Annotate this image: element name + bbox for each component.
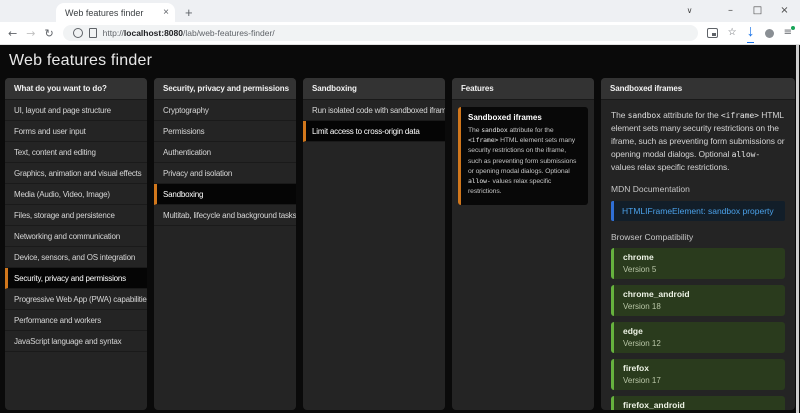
- subcategory-item[interactable]: Permissions: [154, 121, 296, 142]
- column-tasks: Sandboxing Run isolated code with sandbo…: [303, 78, 445, 410]
- compat-card: edge Version 12: [611, 322, 785, 354]
- column-features-header: Features: [452, 78, 594, 100]
- new-tab-icon[interactable]: +: [185, 5, 193, 20]
- browser-toolbar: ← → ↻ http://localhost:8080/lab/web-feat…: [0, 22, 800, 45]
- page-title: Web features finder: [9, 52, 153, 69]
- detail-header: Sandboxed iframes: [601, 78, 795, 100]
- column-subcategories: Security, privacy and permissions Crypto…: [154, 78, 296, 410]
- compat-browser-name: firefox: [623, 363, 649, 374]
- url-text: http://localhost:8080/lab/web-features-f…: [103, 28, 275, 38]
- page-icon: [88, 28, 97, 38]
- tab-close-icon[interactable]: ×: [163, 7, 169, 18]
- category-item[interactable]: JavaScript language and syntax: [5, 331, 147, 352]
- compat-browser-version: Version 17: [623, 376, 661, 386]
- mdn-documentation-label: MDN Documentation: [611, 184, 690, 195]
- compat-card: firefox Version 17: [611, 359, 785, 391]
- finder-columns: What do you want to do? UI, layout and p…: [5, 78, 795, 410]
- browser-tab[interactable]: Web features finder ×: [56, 3, 175, 22]
- task-item[interactable]: Run isolated code with sandboxed iframes: [303, 100, 445, 121]
- maximize-icon[interactable]: □: [744, 5, 771, 16]
- url-path: /lab/web-features-finder/: [182, 28, 275, 38]
- column-features: Features Sandboxed iframes The sandbox a…: [452, 78, 594, 410]
- back-icon[interactable]: ←: [8, 27, 17, 40]
- browser-compatibility-label: Browser Compatibility: [611, 232, 694, 243]
- category-item[interactable]: Networking and communication: [5, 226, 147, 247]
- compat-card: firefox_android Version 17: [611, 396, 785, 410]
- compat-browser-version: Version 5: [623, 265, 657, 275]
- category-item[interactable]: UI, layout and page structure: [5, 100, 147, 121]
- site-info-icon[interactable]: [72, 28, 83, 38]
- compat-card: chrome Version 5: [611, 248, 785, 280]
- category-item[interactable]: Files, storage and persistence: [5, 205, 147, 226]
- compat-browser-version: Version 18: [623, 302, 661, 312]
- favorites-star-icon[interactable]: ☆: [728, 28, 737, 38]
- feature-card[interactable]: Sandboxed iframes The sandbox attribute …: [458, 107, 588, 206]
- window-controls: ∨ – □ ×: [676, 0, 798, 20]
- category-item[interactable]: Performance and workers: [5, 310, 147, 331]
- browser-window: Web features finder × + ∨ – □ × ← → ↻ ht…: [0, 0, 800, 413]
- category-item[interactable]: Forms and user input: [5, 121, 147, 142]
- profile-avatar-icon[interactable]: [764, 28, 774, 38]
- category-item[interactable]: Progressive Web App (PWA) capabilities: [5, 289, 147, 310]
- tab-search-icon[interactable]: ∨: [676, 6, 703, 15]
- tab-title: Web features finder: [65, 7, 144, 18]
- subcategory-item[interactable]: Privacy and isolation: [154, 163, 296, 184]
- column-subcategories-header: Security, privacy and permissions: [154, 78, 296, 100]
- detail-body: The sandbox attribute for the <iframe> H…: [601, 100, 795, 410]
- url-host: localhost:8080: [123, 28, 183, 38]
- mdn-link[interactable]: HTMLIFrameElement: sandbox property: [611, 201, 785, 222]
- picture-in-picture-icon[interactable]: [706, 28, 718, 38]
- subcategory-item[interactable]: Multitab, lifecycle and background tasks: [154, 205, 296, 226]
- category-item[interactable]: Text, content and editing: [5, 142, 147, 163]
- feature-card-title: Sandboxed iframes: [468, 113, 542, 122]
- subcategory-item[interactable]: Cryptography: [154, 100, 296, 121]
- category-item[interactable]: Device, sensors, and OS integration: [5, 247, 147, 268]
- subcategory-item-selected[interactable]: Sandboxing: [154, 184, 296, 205]
- minimize-icon[interactable]: –: [717, 5, 744, 16]
- forward-icon[interactable]: →: [26, 27, 35, 40]
- compat-browser-name: edge: [623, 326, 643, 337]
- column-categories: What do you want to do? UI, layout and p…: [5, 78, 147, 410]
- tab-strip: Web features finder × + ∨ – □ ×: [0, 0, 800, 22]
- menu-icon[interactable]: ≡: [784, 26, 796, 38]
- toolbar-icon-cluster: ☆ ↓ ≡: [706, 23, 796, 43]
- feature-card-description: The sandbox attribute for the <iframe> H…: [468, 126, 577, 196]
- compat-card: chrome_android Version 18: [611, 285, 785, 317]
- compat-browser-version: Version 12: [623, 339, 661, 349]
- compat-browser-name: chrome_android: [623, 289, 690, 300]
- compat-browser-name: chrome: [623, 252, 654, 263]
- column-categories-header: What do you want to do?: [5, 78, 147, 100]
- refresh-icon[interactable]: ↻: [44, 27, 53, 40]
- category-item[interactable]: Graphics, animation and visual effects: [5, 163, 147, 184]
- compat-browser-name: firefox_android: [623, 400, 685, 410]
- close-window-icon[interactable]: ×: [771, 5, 798, 16]
- page-content: Web features finder What do you want to …: [0, 45, 800, 413]
- detail-description: The sandbox attribute for the <iframe> H…: [611, 110, 785, 172]
- task-item-selected[interactable]: Limit access to cross-origin data: [303, 121, 445, 142]
- column-detail: Sandboxed iframes The sandbox attribute …: [601, 78, 795, 410]
- url-prefix: http://: [102, 28, 124, 38]
- page-scrollbar[interactable]: [796, 45, 799, 413]
- category-item-selected[interactable]: Security, privacy and permissions: [5, 268, 147, 289]
- subcategory-item[interactable]: Authentication: [154, 142, 296, 163]
- downloads-icon[interactable]: ↓: [747, 23, 755, 43]
- category-item[interactable]: Media (Audio, Video, Image): [5, 184, 147, 205]
- address-bar[interactable]: http://localhost:8080/lab/web-features-f…: [62, 25, 698, 41]
- column-tasks-header: Sandboxing: [303, 78, 445, 100]
